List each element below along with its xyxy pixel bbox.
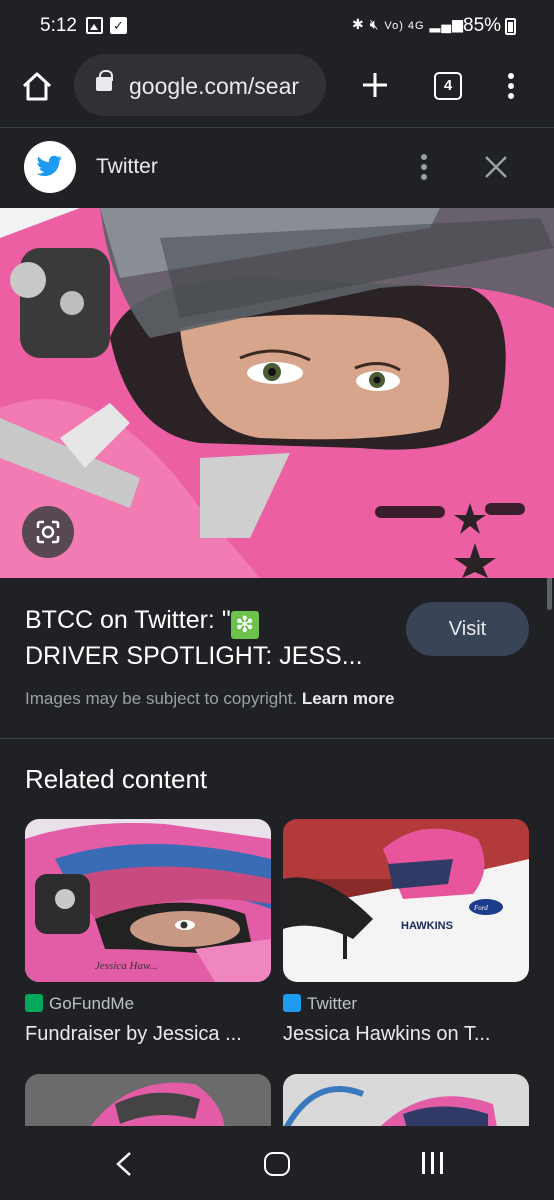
browser-toolbar: google.com/sear 4 — [0, 54, 554, 128]
twitter-icon — [283, 994, 301, 1012]
new-tab-button[interactable] — [356, 66, 394, 104]
browser-menu-button[interactable] — [497, 68, 525, 104]
network-label: Vo) 4G — [384, 20, 425, 32]
close-button[interactable] — [480, 151, 512, 183]
helmet-signature: Jessica Haw... — [95, 960, 158, 972]
recents-button[interactable] — [420, 1152, 446, 1174]
more-vert-icon — [421, 154, 427, 160]
result-title-line1: BTCC on Twitter: " — [25, 606, 231, 634]
related-card-peek[interactable] — [25, 1074, 271, 1134]
learn-more-link[interactable]: Learn more — [302, 689, 395, 708]
recents-icon — [422, 1152, 425, 1174]
source-header: Twitter — [0, 129, 554, 208]
helmet-thumbnail: Jessica Haw... — [25, 819, 271, 982]
card-title[interactable]: Fundraiser by Jessica ... — [25, 1023, 271, 1046]
related-card-image[interactable]: Jessica Haw... — [25, 819, 271, 982]
result-title-line2: DRIVER SPOTLIGHT: JESS... — [25, 642, 363, 670]
home-button[interactable] — [18, 68, 56, 106]
status-time: 5:12 — [40, 15, 77, 36]
source-more-button[interactable] — [410, 149, 438, 185]
mute-icon: 🔇︎ — [369, 16, 380, 32]
plus-icon — [363, 73, 387, 97]
divider — [0, 738, 554, 739]
related-card-twitter[interactable]: HAWKINS Ford Twitter Jessica Hawkins on … — [283, 819, 529, 1045]
tab-switcher-button[interactable]: 4 — [434, 72, 462, 100]
google-lens-button[interactable] — [22, 506, 74, 558]
helmet-photo — [0, 208, 554, 578]
back-button[interactable] — [112, 1150, 136, 1178]
helmet-thumbnail — [25, 1074, 271, 1134]
status-bar: 5:12 ✓ ✱ 🔇︎ Vo) 4G ▂▄▆ 85% — [0, 0, 554, 54]
related-card-gofundme[interactable]: Jessica Haw... GoFundMe Fundraiser by Je… — [25, 819, 271, 1045]
related-card-image[interactable]: HAWKINS Ford — [283, 819, 529, 982]
related-content-heading: Related content — [25, 764, 208, 794]
twitter-logo-avatar — [24, 141, 76, 193]
battery-percent: 85% — [463, 15, 502, 36]
card-source: GoFundMe — [25, 994, 134, 1014]
card-source-name: Twitter — [307, 994, 358, 1013]
more-vert-icon — [508, 73, 514, 79]
sparkle-emoji-icon: ❇ — [230, 611, 259, 639]
lens-icon — [36, 520, 60, 544]
card-source: Twitter — [283, 994, 357, 1014]
visit-button[interactable]: Visit — [406, 602, 529, 656]
copyright-notice: Images may be subject to copyright. Lear… — [25, 689, 394, 709]
home-icon — [22, 72, 52, 101]
source-name: Twitter — [96, 155, 158, 178]
ford-logo: Ford — [473, 904, 488, 912]
status-icons: ✱ 🔇︎ Vo) 4G ▂▄▆ — [352, 16, 464, 33]
copyright-text: Images may be subject to copyright. — [25, 689, 298, 708]
result-image[interactable] — [0, 208, 554, 578]
twitter-bird-icon — [36, 155, 62, 177]
signal-icon: ▂▄▆ — [429, 16, 464, 32]
back-icon — [116, 1152, 131, 1176]
card-title[interactable]: Jessica Hawkins on T... — [283, 1023, 529, 1046]
bluetooth-icon: ✱ — [352, 16, 365, 32]
gallery-notification-icon — [86, 17, 103, 34]
gofundme-icon — [25, 994, 43, 1012]
url-bar[interactable]: google.com/sear — [74, 54, 326, 116]
result-title[interactable]: BTCC on Twitter: " ❇ DRIVER SPOTLIGHT: JE… — [25, 603, 395, 673]
related-card-peek[interactable] — [283, 1074, 529, 1134]
checkbox-notification-icon: ✓ — [110, 17, 127, 34]
url-text: google.com/sear — [129, 73, 300, 99]
hawkins-decal: HAWKINS — [401, 920, 453, 932]
card-source-name: GoFundMe — [49, 994, 135, 1013]
home-nav-button[interactable] — [264, 1152, 290, 1176]
lock-icon — [96, 70, 113, 91]
close-icon — [485, 156, 507, 178]
system-nav-bar — [0, 1126, 554, 1200]
race-car-thumbnail: HAWKINS Ford — [283, 819, 529, 982]
battery-icon — [505, 18, 516, 35]
race-car-thumbnail — [283, 1074, 529, 1134]
